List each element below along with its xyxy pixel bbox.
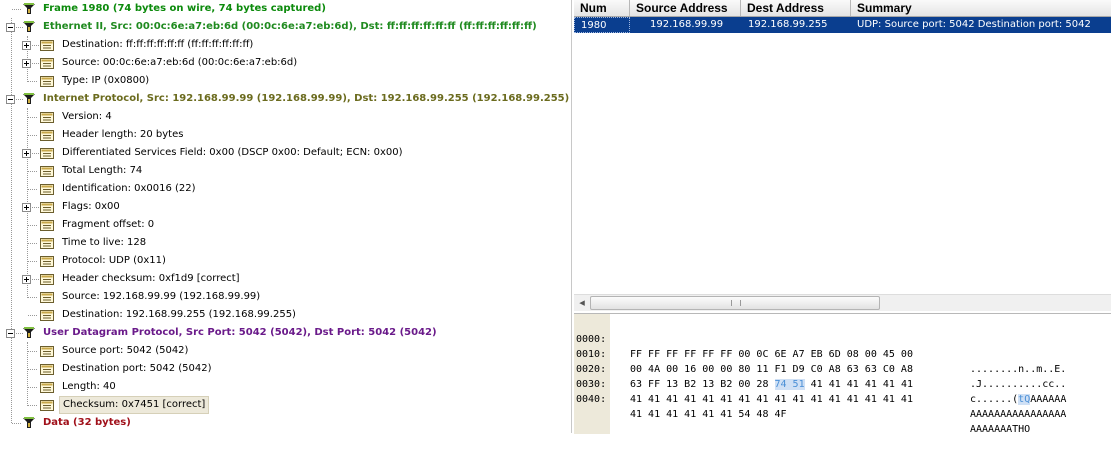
hex-ascii[interactable]: ........n..m..E. <box>970 362 1066 377</box>
scrollbar-thumb[interactable] <box>590 296 880 310</box>
hex-bytes[interactable]: 00 4A 00 16 00 00 80 11 F1 D9 C0 A8 63 6… <box>630 362 913 377</box>
hex-row: 0010: 00 4A 00 16 00 00 80 11 F1 D9 C0 A… <box>574 332 1066 390</box>
hex-ascii-pre: c......( <box>970 394 1019 405</box>
packet-list-header: Num Source Address Dest Address Summary <box>574 0 1111 17</box>
field-icon <box>40 40 54 51</box>
protocol-tree-icon <box>23 327 35 338</box>
hex-row: 0040: 41 41 41 41 41 41 54 48 4F AAAAAAA… <box>574 377 1030 435</box>
hex-bytes[interactable]: 41 41 41 41 41 41 41 41 41 41 41 41 41 4… <box>630 392 913 407</box>
packet-dest: 192.168.99.255 <box>748 19 828 30</box>
hex-bytes-highlight: 74 51 <box>774 379 805 390</box>
hex-ascii[interactable]: .J..........cc.. <box>970 377 1066 392</box>
hex-ascii-post: AAAAAA <box>1030 394 1067 405</box>
protocol-tree-icon <box>23 21 35 32</box>
hex-ascii[interactable]: AAAAAAAAAAAAAAAA <box>970 407 1066 422</box>
packet-num: 1980 <box>574 17 630 33</box>
field-label: Identification: 0x0016 (22) <box>62 183 196 194</box>
packet-list: Num Source Address Dest Address Summary … <box>574 0 1111 311</box>
field-icon <box>40 364 54 375</box>
horizontal-scrollbar[interactable]: ◂ <box>574 294 1111 311</box>
field-label: Source: 00:0c:6e:a7:eb:6d (00:0c:6e:a7:e… <box>62 57 298 68</box>
field-icon <box>40 274 54 285</box>
hex-offset: 0040: <box>576 394 607 405</box>
field-icon <box>40 346 54 357</box>
udp-label: User Datagram Protocol, Src Port: 5042 (… <box>43 327 437 338</box>
hex-row: 0000: FF FF FF FF FF FF 00 0C 6E A7 EB 6… <box>574 317 1066 375</box>
field-label: Destination: ff:ff:ff:ff:ff:ff (ff:ff:ff… <box>62 39 254 50</box>
field-label: Time to live: 128 <box>62 237 147 248</box>
protocol-tree-icon <box>23 417 35 428</box>
field-label: Source: 192.168.99.99 (192.168.99.99) <box>62 291 261 302</box>
field-label: Header checksum: 0xf1d9 [correct] <box>62 273 240 284</box>
packet-summary: UDP: Source port: 5042 Destination port:… <box>857 19 1091 30</box>
protocol-tree-icon <box>23 93 35 104</box>
field-label: Differentiated Services Field: 0x00 (DSC… <box>62 147 403 158</box>
field-icon <box>40 76 54 87</box>
field-icon <box>40 184 54 195</box>
hex-row: 0030: 41 41 41 41 41 41 41 41 41 41 41 4… <box>574 362 1066 420</box>
ethernet-label: Ethernet II, Src: 00:0c:6e:a7:eb:6d (00:… <box>43 21 537 32</box>
field-icon <box>40 220 54 231</box>
field-icon <box>40 202 54 213</box>
column-header-dest[interactable]: Dest Address <box>741 0 851 16</box>
field-icon <box>40 292 54 303</box>
selected-field-label: Checksum: 0x7451 [correct] <box>59 396 210 414</box>
field-icon <box>40 238 54 249</box>
field-icon <box>40 58 54 69</box>
field-icon <box>40 382 54 393</box>
field-icon <box>40 400 54 411</box>
hex-bytes[interactable]: 41 41 41 41 41 41 54 48 4F <box>630 407 787 422</box>
field-icon <box>40 130 54 141</box>
field-label: Flags: 0x00 <box>62 201 120 212</box>
field-icon <box>40 112 54 123</box>
packet-row-selected[interactable]: 1980 192.168.99.99 192.168.99.255 UDP: S… <box>574 17 1111 33</box>
column-header-num[interactable]: Num <box>574 0 630 16</box>
hex-bytes[interactable]: 63 FF 13 B2 13 B2 00 28 74 51 41 41 41 4… <box>630 377 913 392</box>
field-label: Type: IP (0x0800) <box>62 75 150 86</box>
hex-bytes-pre: 63 FF 13 B2 13 B2 00 28 <box>630 379 775 390</box>
hex-dump-pane: 0000: FF FF FF FF FF FF 00 0C 6E A7 EB 6… <box>574 313 1111 435</box>
frame-label: Frame 1980 (74 bytes on wire, 74 bytes c… <box>43 3 326 14</box>
field-label: Total Length: 74 <box>62 165 143 176</box>
hex-ascii[interactable]: AAAAAAATHO <box>970 422 1030 437</box>
hex-bytes[interactable]: FF FF FF FF FF FF 00 0C 6E A7 EB 6D 08 0… <box>630 347 913 362</box>
column-header-source[interactable]: Source Address <box>630 0 741 16</box>
field-icon <box>40 310 54 321</box>
field-label: Version: 4 <box>62 111 112 122</box>
data-label: Data (32 bytes) <box>43 417 131 428</box>
hex-row: 0020: 63 FF 13 B2 13 B2 00 28 74 51 41 4… <box>574 347 1066 405</box>
field-label: Source port: 5042 (5042) <box>62 345 189 356</box>
field-label: Header length: 20 bytes <box>62 129 184 140</box>
hex-bytes-post: 41 41 41 41 41 41 <box>804 379 913 390</box>
field-icon <box>40 256 54 267</box>
hex-ascii-highlight: tQ <box>1018 394 1031 405</box>
scroll-left-arrow-icon[interactable]: ◂ <box>575 296 589 310</box>
field-label: Length: 40 <box>62 381 116 392</box>
field-icon <box>40 166 54 177</box>
protocol-tree-icon <box>23 3 35 14</box>
field-label: Destination port: 5042 (5042) <box>62 363 212 374</box>
field-label: Protocol: UDP (0x11) <box>62 255 166 266</box>
packet-source: 192.168.99.99 <box>650 19 724 30</box>
ip-label: Internet Protocol, Src: 192.168.99.99 (1… <box>43 93 570 104</box>
field-label: Fragment offset: 0 <box>62 219 155 230</box>
column-header-summary[interactable]: Summary <box>851 0 1111 16</box>
packet-detail-tree: Frame 1980 (74 bytes on wire, 74 bytes c… <box>0 0 572 433</box>
grip-icon <box>731 300 741 306</box>
field-label: Destination: 192.168.99.255 (192.168.99.… <box>62 309 296 320</box>
field-icon <box>40 148 54 159</box>
hex-ascii[interactable]: c......(tQAAAAAA <box>970 392 1066 407</box>
